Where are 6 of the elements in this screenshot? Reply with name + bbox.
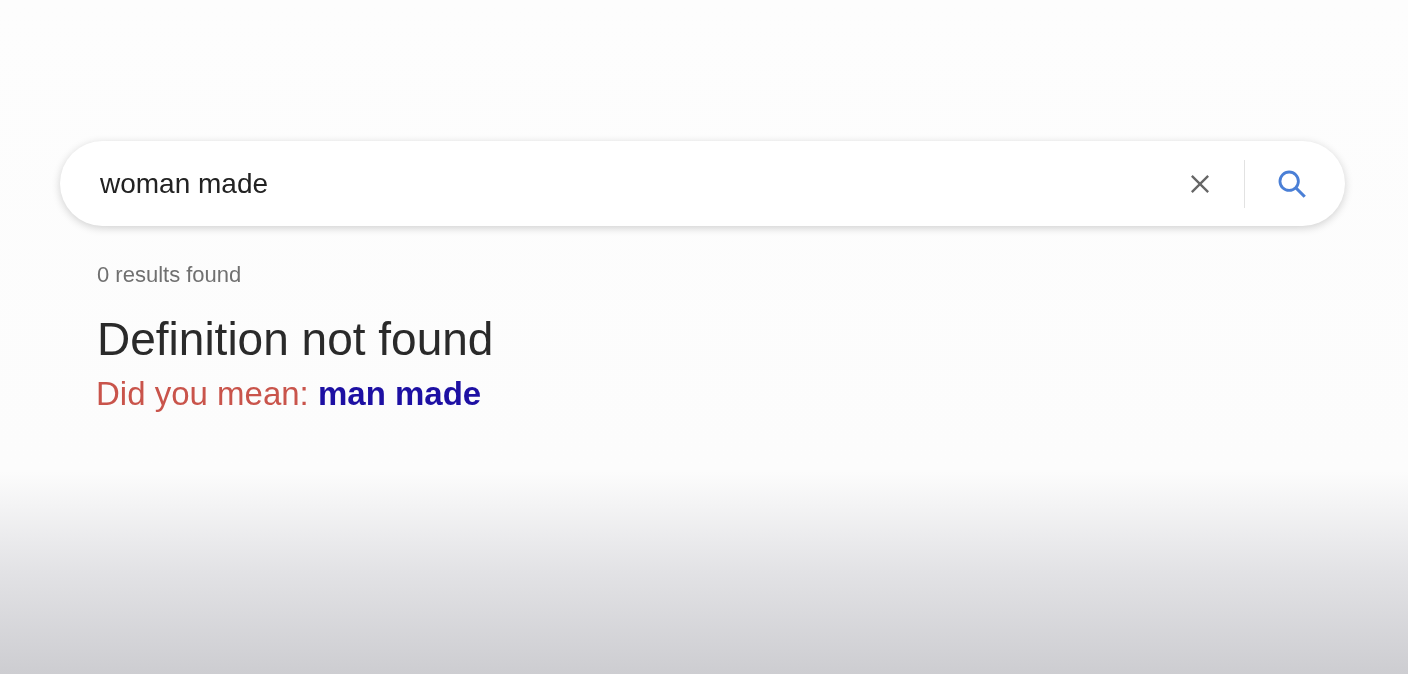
heading: Definition not found bbox=[97, 312, 494, 367]
results-count: 0 results found bbox=[97, 261, 242, 289]
search-bar[interactable]: woman made bbox=[60, 141, 1345, 226]
suggestion-text: Did you mean: man made bbox=[96, 373, 482, 414]
search-input[interactable]: woman made bbox=[100, 162, 1186, 205]
suggestion-link[interactable]: man made bbox=[317, 374, 482, 412]
